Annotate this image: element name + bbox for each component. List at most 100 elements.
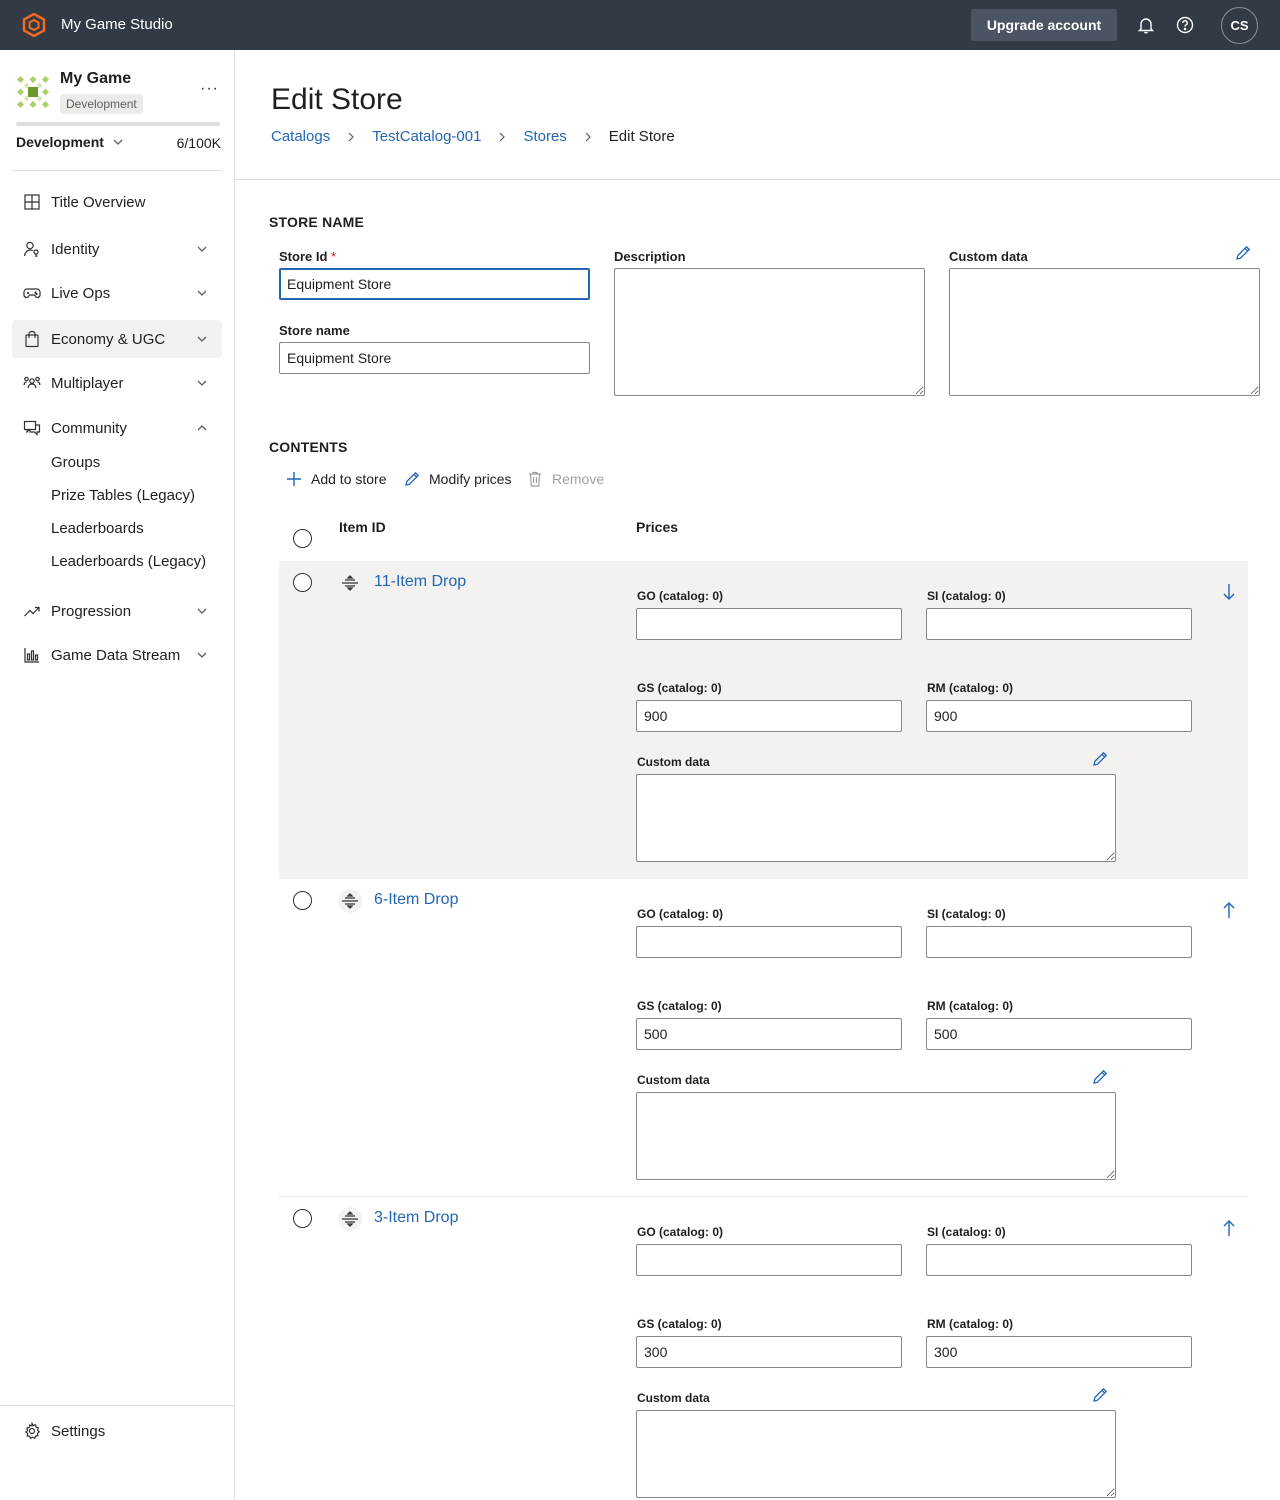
price-input-gs[interactable] — [636, 700, 902, 732]
price-input-gs[interactable] — [636, 1018, 902, 1050]
edit-pencil-icon[interactable] — [1234, 244, 1252, 262]
edit-pencil-icon[interactable] — [1091, 1068, 1109, 1086]
sidebar-item-settings[interactable]: Settings — [12, 1412, 222, 1450]
price-input-go[interactable] — [636, 1244, 902, 1276]
modify-prices-button[interactable]: Modify prices — [403, 470, 511, 488]
sidebar-subitem-groups[interactable]: Groups — [51, 454, 100, 471]
sidebar-item-progression[interactable]: Progression — [12, 592, 222, 630]
row-select-radio[interactable] — [293, 891, 312, 910]
bundle-icon — [338, 571, 362, 595]
add-to-store-button[interactable]: Add to store — [285, 470, 387, 488]
item-link[interactable]: 11-Item Drop — [374, 573, 466, 591]
contents-section-title: CONTENTS — [269, 439, 348, 455]
people-icon — [23, 376, 41, 389]
sidebar-subitem-prize-tables-legacy[interactable]: Prize Tables (Legacy) — [51, 487, 195, 504]
chevron-down-icon — [197, 380, 207, 386]
row-custom-data-textarea[interactable] — [636, 1410, 1116, 1498]
sidebar-item-label: Community — [51, 419, 127, 437]
edit-pencil-icon[interactable] — [1091, 750, 1109, 768]
row-custom-data-label: Custom data — [637, 1073, 710, 1087]
sidebar-item-economy-ugc[interactable]: Economy & UGC — [12, 320, 222, 358]
price-label-si: SI (catalog: 0) — [927, 907, 1006, 921]
sidebar-item-live-ops[interactable]: Live Ops — [12, 274, 222, 312]
trash-icon — [529, 471, 541, 487]
price-input-si[interactable] — [926, 608, 1192, 640]
modify-prices-label: Modify prices — [429, 471, 512, 487]
price-input-si[interactable] — [926, 926, 1192, 958]
breadcrumb: Catalogs TestCatalog-001 Stores Edit Sto… — [271, 128, 675, 145]
arrow-up-icon[interactable] — [1222, 901, 1236, 919]
chevron-down-icon — [113, 139, 123, 145]
store-custom-data-textarea[interactable] — [949, 268, 1260, 396]
user-avatar[interactable]: CS — [1221, 7, 1258, 44]
sidebar-item-multiplayer[interactable]: Multiplayer — [12, 364, 222, 402]
store-id-input[interactable] — [279, 268, 590, 300]
row-custom-data-textarea[interactable] — [636, 1092, 1116, 1180]
breadcrumb-stores[interactable]: Stores — [523, 128, 566, 145]
sidebar-bottom-divider — [0, 1405, 234, 1406]
row-custom-data-textarea[interactable] — [636, 774, 1116, 862]
bundle-icon — [338, 889, 362, 913]
sidebar-item-label: Progression — [51, 602, 132, 620]
price-label-rm: RM (catalog: 0) — [927, 999, 1014, 1013]
row-select-radio[interactable] — [293, 1209, 312, 1228]
bar-chart-icon — [24, 648, 39, 663]
sidebar-subitem-leaderboards-legacy[interactable]: Leaderboards (Legacy) — [51, 553, 206, 570]
store-name-label: Store name — [279, 323, 350, 338]
select-all-radio[interactable] — [293, 529, 312, 548]
price-label-si: SI (catalog: 0) — [927, 589, 1006, 603]
studio-name[interactable]: My Game Studio — [61, 16, 173, 33]
breadcrumb-catalog[interactable]: TestCatalog-001 — [372, 128, 481, 145]
game-name[interactable]: My Game — [60, 70, 131, 88]
price-label-gs: GS (catalog: 0) — [637, 1317, 722, 1331]
price-input-rm[interactable] — [926, 1018, 1192, 1050]
chevron-down-icon — [197, 652, 207, 658]
required-marker: * — [331, 249, 337, 264]
remove-button[interactable]: Remove — [526, 470, 604, 488]
price-input-gs[interactable] — [636, 1336, 902, 1368]
arrow-down-icon[interactable] — [1222, 583, 1236, 601]
bundle-icon — [338, 1207, 362, 1231]
shopping-bag-icon — [25, 330, 39, 348]
gamepad-icon — [23, 288, 41, 299]
add-to-store-label: Add to store — [311, 471, 387, 487]
breadcrumb-catalogs[interactable]: Catalogs — [271, 128, 330, 145]
sidebar-subitem-leaderboards[interactable]: Leaderboards — [51, 520, 144, 537]
store-custom-data-label: Custom data — [949, 249, 1028, 264]
price-input-go[interactable] — [636, 608, 902, 640]
remove-label: Remove — [552, 471, 605, 487]
environment-dropdown-label: Development — [16, 134, 104, 150]
trend-up-icon — [24, 606, 40, 617]
breadcrumb-current: Edit Store — [608, 128, 675, 145]
item-link[interactable]: 3-Item Drop — [374, 1209, 458, 1227]
sidebar-item-label: Game Data Stream — [51, 646, 181, 664]
price-input-rm[interactable] — [926, 700, 1192, 732]
edit-pencil-icon[interactable] — [1091, 1386, 1109, 1404]
sidebar-item-community[interactable]: Community — [12, 409, 222, 447]
sidebar-item-game-data-stream[interactable]: Game Data Stream — [12, 636, 222, 674]
price-input-go[interactable] — [636, 926, 902, 958]
sidebar-item-label: Live Ops — [51, 284, 111, 302]
store-name-input[interactable] — [279, 342, 590, 374]
store-id-label-text: Store Id — [279, 249, 328, 264]
price-input-si[interactable] — [926, 1244, 1192, 1276]
grid-icon — [24, 194, 40, 210]
sidebar-item-label: Settings — [51, 1422, 106, 1440]
prices-column-header: Prices — [636, 519, 679, 535]
price-input-rm[interactable] — [926, 1336, 1192, 1368]
description-textarea[interactable] — [614, 268, 925, 396]
chevron-down-icon — [197, 336, 207, 342]
studio-logo-icon[interactable] — [22, 13, 46, 37]
arrow-up-icon[interactable] — [1222, 1219, 1236, 1237]
chevron-right-icon — [500, 132, 506, 141]
more-options-button[interactable]: ··· — [200, 80, 219, 98]
page-title: Edit Store — [271, 83, 403, 116]
sidebar-item-title-overview[interactable]: Title Overview — [12, 183, 222, 221]
help-icon[interactable] — [1175, 15, 1195, 35]
item-link[interactable]: 6-Item Drop — [374, 891, 458, 909]
row-select-radio[interactable] — [293, 573, 312, 592]
upgrade-account-button[interactable]: Upgrade account — [971, 9, 1117, 41]
sidebar-item-identity[interactable]: Identity — [12, 230, 222, 268]
bell-icon[interactable] — [1136, 15, 1156, 35]
environment-dropdown[interactable]: Development — [16, 134, 124, 150]
